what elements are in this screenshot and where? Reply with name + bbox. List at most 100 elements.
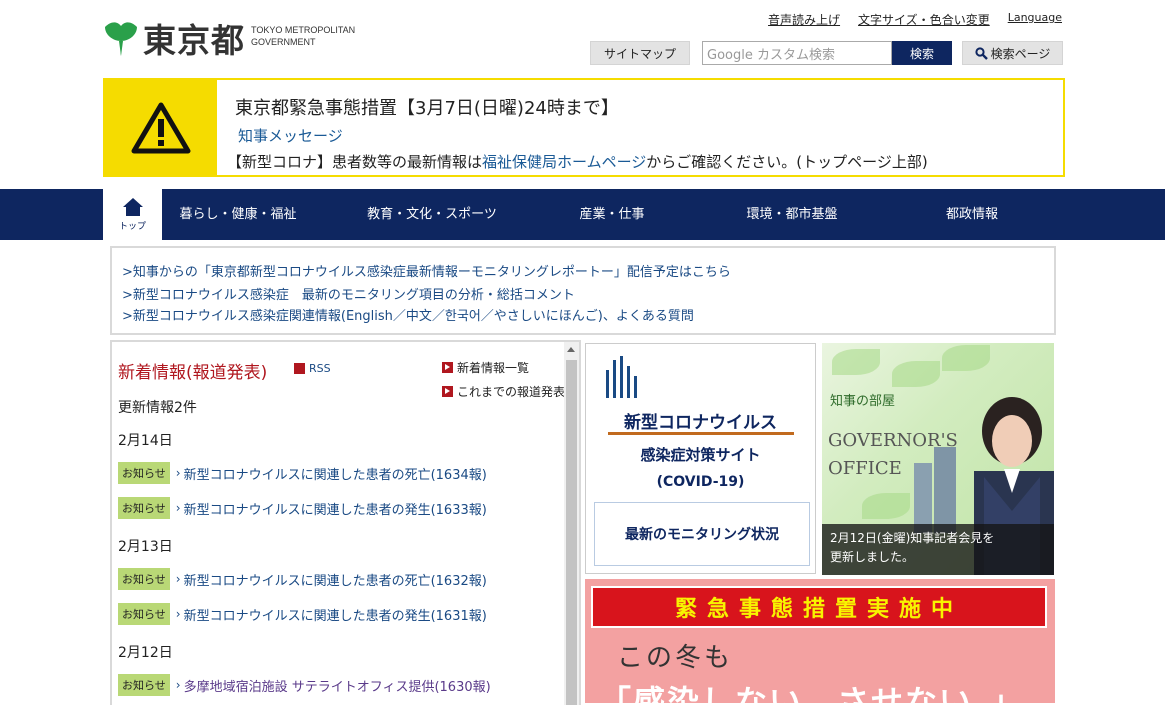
news-item: お知らせ › 新型コロナウイルスに関連した患者の死亡(1632報)	[118, 568, 487, 590]
alert-text-post: からご確認ください。(トップページ上部)	[646, 153, 928, 171]
arrow-right-icon	[442, 386, 453, 397]
warning-icon	[105, 80, 217, 175]
governor-room-label: 知事の部屋	[830, 394, 896, 409]
utility-links: 音声読み上げ 文字サイズ・色合い変更 Language	[768, 11, 1062, 28]
governor-caption: 2月12日(金曜)知事記者会見を 更新しました。	[822, 524, 1054, 575]
alert-text-pre: 【新型コロナ】患者数等の最新情報は	[227, 153, 483, 171]
alert-title: 東京都緊急事態措置【3月7日(日曜)24時まで】	[235, 98, 619, 119]
news-archive-label: これまでの報道発表	[457, 385, 566, 399]
leaf-decoration	[862, 493, 910, 519]
chevron-right-icon: ›	[175, 678, 181, 692]
news-list-label: 新着情報一覧	[457, 361, 530, 375]
news-panel: 新着情報(報道発表) RSS 新着情報一覧 これまでの報道発表 更新情報2件 2…	[110, 340, 581, 705]
update-count: 更新情報2件	[118, 400, 197, 416]
covid-site-banner[interactable]: 新型コロナウイルス 感染症対策サイト (COVID-19) 最新のモニタリング状…	[585, 343, 816, 574]
notice-badge: お知らせ	[118, 497, 170, 519]
covid-label: (COVID-19)	[656, 474, 745, 490]
news-title: 新着情報(報道発表)	[118, 363, 268, 383]
language-link[interactable]: Language	[1008, 11, 1062, 28]
covid-notice-box: >知事からの「東京都新型コロナウイルス感染症最新情報ーモニタリングレポートー」配…	[110, 246, 1056, 335]
governor-office-banner[interactable]: 知事の部屋 GOVERNOR'S OFFICE 2月12日(金曜)知事記者会見を…	[822, 343, 1054, 575]
search-page-button[interactable]: 検索ページ	[962, 41, 1063, 65]
rss-icon	[294, 363, 305, 374]
notice-badge: お知らせ	[118, 568, 170, 590]
nav-item-living[interactable]: 暮らし・健康・福祉	[162, 189, 314, 240]
main-navigation: トップ 暮らし・健康・福祉 教育・文化・スポーツ 産業・仕事 環境・都市基盤 都…	[0, 189, 1165, 240]
caption-line2: 更新しました。	[830, 550, 915, 564]
search-page-label: 検索ページ	[990, 46, 1051, 61]
nav-home-label: トップ	[118, 222, 146, 232]
logo-text: 東京都	[143, 21, 245, 60]
caption-line1: 2月12日(金曜)知事記者会見を	[830, 531, 995, 545]
logo-english-line1: TOKYO METROPOLITAN	[251, 25, 356, 35]
news-scrollbar[interactable]	[564, 342, 579, 705]
emergency-measures-banner[interactable]: 緊急事態措置実施中 この冬も 「感染しない、させない。」	[585, 579, 1055, 703]
site-header: 東京都 TOKYO METROPOLITAN GOVERNMENT 音声読み上げ…	[0, 0, 1165, 78]
news-item-link[interactable]: 新型コロナウイルスに関連した患者の発生(1631報)	[184, 605, 487, 624]
news-date: 2月13日	[118, 539, 173, 555]
health-bureau-link[interactable]: 福祉保健局ホームページ	[482, 153, 646, 171]
news-item: お知らせ › 新型コロナウイルスに関連した患者の発生(1631報)	[118, 603, 487, 625]
news-date: 2月12日	[118, 645, 173, 661]
nav-item-industry[interactable]: 産業・仕事	[536, 189, 688, 240]
covid-divider	[608, 432, 794, 435]
emergency-alert-banner: 東京都緊急事態措置【3月7日(日曜)24時まで】 知事メッセージ 【新型コロナ】…	[103, 78, 1065, 177]
home-icon	[122, 198, 143, 216]
rss-label: RSS	[309, 362, 331, 375]
chevron-right-icon: ›	[175, 572, 181, 586]
chevron-right-icon: ›	[175, 501, 181, 515]
emergency-line1: この冬も	[617, 643, 734, 673]
notice-badge: お知らせ	[118, 674, 170, 696]
alert-text: 【新型コロナ】患者数等の最新情報は福祉保健局ホームページからご確認ください。(ト…	[227, 151, 928, 172]
scrollbar-thumb[interactable]	[566, 360, 577, 705]
emergency-line2: 「感染しない、させない。」	[599, 683, 1026, 703]
building-illustration	[934, 447, 956, 533]
logo-english-line2: GOVERNMENT	[251, 37, 316, 47]
monitoring-status-link[interactable]: 最新のモニタリング状況	[594, 502, 810, 566]
scroll-up-icon[interactable]	[567, 347, 575, 352]
text-to-speech-link[interactable]: 音声読み上げ	[768, 11, 840, 28]
news-date: 2月14日	[118, 433, 173, 449]
search-bar: サイトマップ Google カスタム検索 検索 検索ページ	[590, 41, 1063, 65]
news-item-link[interactable]: 新型コロナウイルスに関連した患者の死亡(1632報)	[184, 570, 487, 589]
chevron-right-icon: ›	[175, 607, 181, 621]
governor-message-link[interactable]: 知事メッセージ	[238, 125, 343, 146]
notice-badge: お知らせ	[118, 462, 170, 484]
nav-item-environment[interactable]: 環境・都市基盤	[716, 189, 868, 240]
notice-monitoring-report[interactable]: >知事からの「東京都新型コロナウイルス感染症最新情報ーモニタリングレポートー」配…	[122, 261, 731, 280]
arrow-right-icon	[442, 362, 453, 373]
building-illustration	[914, 463, 932, 533]
news-item-link[interactable]: 新型コロナウイルスに関連した患者の発生(1633報)	[184, 499, 487, 518]
leaf-decoration	[832, 349, 880, 375]
news-item: お知らせ › 多摩地域宿泊施設 サテライトオフィス提供(1630報)	[118, 674, 491, 696]
covid-subtitle: 感染症対策サイト	[640, 446, 761, 464]
news-item: お知らせ › 新型コロナウイルスに関連した患者の発生(1633報)	[118, 497, 487, 519]
search-input[interactable]: Google カスタム検索	[702, 41, 892, 65]
news-archive-link[interactable]: これまでの報道発表	[442, 383, 565, 400]
covid-title: 新型コロナウイルス	[624, 413, 777, 433]
logo-english: TOKYO METROPOLITAN GOVERNMENT	[251, 24, 355, 48]
nav-item-government[interactable]: 都政情報	[896, 189, 1048, 240]
magnifier-icon	[975, 46, 988, 60]
leaf-decoration	[892, 361, 940, 387]
nav-item-education[interactable]: 教育・文化・スポーツ	[356, 189, 508, 240]
search-button[interactable]: 検索	[892, 41, 952, 65]
news-list-link[interactable]: 新着情報一覧	[442, 359, 529, 376]
chevron-right-icon: ›	[175, 466, 181, 480]
ginkgo-logo-icon	[105, 22, 137, 56]
emergency-banner-title: 緊急事態措置実施中	[591, 586, 1047, 628]
news-item-link[interactable]: 多摩地域宿泊施設 サテライトオフィス提供(1630報)	[184, 676, 491, 695]
leaf-decoration	[942, 345, 990, 371]
news-item: お知らせ › 新型コロナウイルスに関連した患者の死亡(1634報)	[118, 462, 487, 484]
news-item-link[interactable]: 新型コロナウイルスに関連した患者の死亡(1634報)	[184, 464, 487, 483]
notice-badge: お知らせ	[118, 603, 170, 625]
governor-office-line2: OFFICE	[828, 458, 902, 479]
site-logo[interactable]: 東京都 TOKYO METROPOLITAN GOVERNMENT	[103, 14, 355, 62]
rss-link[interactable]: RSS	[294, 362, 331, 375]
covid-bars-icon	[606, 356, 637, 398]
sitemap-button[interactable]: サイトマップ	[590, 41, 690, 65]
font-size-color-link[interactable]: 文字サイズ・色合い変更	[858, 11, 990, 28]
notice-multilingual-info[interactable]: >新型コロナウイルス感染症関連情報(English／中文／한국어／やさしいにほん…	[122, 305, 694, 324]
notice-analysis-comment[interactable]: >新型コロナウイルス感染症 最新のモニタリング項目の分析・総括コメント	[122, 284, 575, 303]
nav-home[interactable]: トップ	[103, 189, 162, 240]
